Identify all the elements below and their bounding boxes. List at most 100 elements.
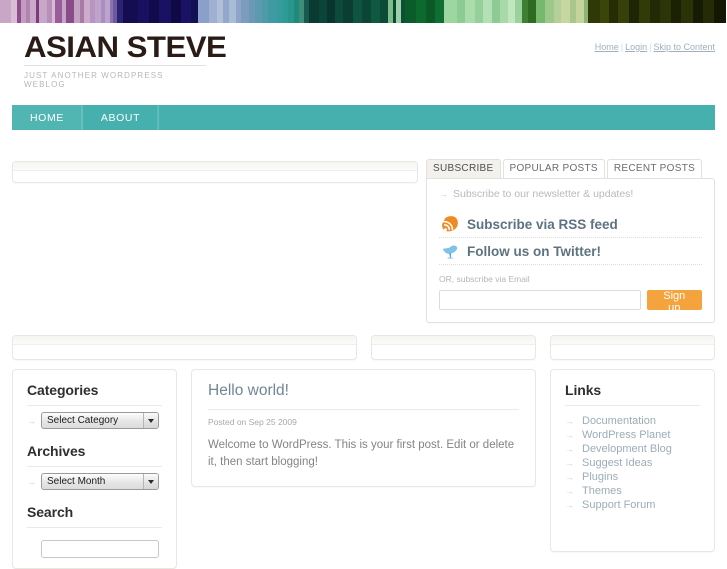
stripe-65 (456, 0, 466, 23)
arrow-icon: → (565, 416, 574, 426)
empty-widget-box-one (12, 335, 357, 360)
category-select[interactable]: Select Category (41, 412, 159, 429)
arrow-icon: → (565, 444, 574, 454)
stripe-87 (638, 0, 651, 23)
widget-title-archives: Archives (27, 443, 162, 467)
stripe-30 (198, 0, 210, 23)
stripe-62 (425, 0, 435, 23)
stripe-76 (545, 0, 554, 23)
list-item[interactable]: → Documentation (565, 414, 700, 428)
subscribe-email-form: Sign up (439, 290, 702, 314)
chevron-down-icon (143, 474, 158, 489)
list-item[interactable]: → Suggest Ideas (565, 456, 700, 470)
decorative-stripe-band (0, 0, 727, 23)
link-support-forum[interactable]: Support Forum (579, 499, 655, 511)
site-header: ASIAN STEVE JUST ANOTHER WORDPRESS WEBLO… (0, 23, 727, 130)
stripe-84 (609, 0, 619, 23)
panel-strip (13, 162, 417, 171)
arrow-icon: → (27, 415, 36, 426)
stripe-36 (241, 0, 249, 23)
post-title[interactable]: Hello world! (208, 382, 519, 410)
toplink-login[interactable]: Login (625, 42, 647, 52)
link-documentation[interactable]: Documentation (579, 415, 656, 427)
stripe-53 (361, 0, 371, 23)
stripe-68 (482, 0, 493, 23)
stripe-34 (228, 0, 237, 23)
search-input[interactable] (41, 540, 159, 558)
archives-select-row: → Select Month (27, 473, 162, 490)
stripe-7 (39, 0, 47, 23)
panel-strip (551, 336, 714, 345)
stripe-90 (670, 0, 681, 23)
empty-widget-box-top (12, 161, 418, 183)
stripe-94 (714, 0, 727, 23)
top-navigation-links: Home | Login | Skip to Content (595, 42, 715, 52)
arrow-icon: → (565, 486, 574, 496)
site-description: JUST ANOTHER WORDPRESS WEBLOG (24, 65, 206, 89)
toplink-home[interactable]: Home (595, 42, 619, 52)
link-themes[interactable]: Themes (579, 485, 622, 497)
stripe-86 (629, 0, 639, 23)
stripe-31 (209, 0, 217, 23)
stripe-78 (561, 0, 570, 23)
list-item[interactable]: → Development Blog (565, 442, 700, 456)
stripe-61 (416, 0, 426, 23)
stripe-92 (693, 0, 703, 23)
post-body: Welcome to WordPress. This is your first… (208, 439, 515, 468)
widget-title-links: Links (565, 382, 700, 406)
list-item[interactable]: → Plugins (565, 470, 700, 484)
stripe-0 (0, 0, 12, 23)
link-wordpress-planet[interactable]: WordPress Planet (579, 429, 670, 441)
stripe-69 (492, 0, 500, 23)
page-shell: ASIAN STEVE JUST ANOTHER WORDPRESS WEBLO… (0, 23, 727, 569)
rss-feed-icon (441, 215, 459, 233)
stripe-47 (308, 0, 319, 23)
link-development-blog[interactable]: Development Blog (579, 443, 672, 455)
subscribe-row-twitter[interactable]: Follow us on Twitter! (439, 238, 702, 265)
tab-popular-posts[interactable]: POPULAR POSTS (502, 159, 605, 178)
subscribe-panel-body: → Subscribe to our newsletter & updates! … (426, 178, 715, 323)
subscribe-twitter-label: Follow us on Twitter! (467, 243, 601, 259)
list-item[interactable]: → WordPress Planet (565, 428, 700, 442)
stripe-91 (680, 0, 694, 23)
stripe-85 (618, 0, 630, 23)
post-content: Hello world! Posted on Sep 25 2009 Welco… (192, 370, 535, 485)
stripe-60 (405, 0, 417, 23)
panel-strip (372, 336, 535, 345)
subscribe-rss-label: Subscribe via RSS feed (467, 216, 618, 232)
signup-button[interactable]: Sign up (646, 290, 702, 314)
tab-recent-posts[interactable]: RECENT POSTS (606, 159, 703, 178)
stripe-54 (370, 0, 381, 23)
subscribe-email-input[interactable] (439, 290, 641, 310)
subscribe-row-rss[interactable]: Subscribe via RSS feed (439, 211, 702, 238)
month-select[interactable]: Select Month (41, 473, 159, 490)
toplink-skip-to-content[interactable]: Skip to Content (653, 42, 715, 52)
categories-select-row: → Select Category (27, 412, 162, 429)
stripe-63 (434, 0, 445, 23)
nav-item-home[interactable]: HOME (12, 105, 83, 130)
arrow-icon: → (565, 430, 574, 440)
stripe-52 (353, 0, 362, 23)
link-plugins[interactable]: Plugins (579, 471, 618, 483)
link-suggest-ideas[interactable]: Suggest Ideas (579, 457, 652, 469)
stripe-40 (268, 0, 277, 23)
links-list: → Documentation → WordPress Planet → Develo… (565, 414, 700, 512)
stripe-89 (659, 0, 671, 23)
chevron-down-icon (143, 413, 158, 428)
stripe-80 (576, 0, 584, 23)
stripe-74 (528, 0, 536, 23)
stripe-70 (499, 0, 509, 23)
sidebar-left-content: Categories → Select Category Archives → … (13, 370, 176, 568)
list-item[interactable]: → Support Forum (565, 498, 700, 512)
stripe-29 (190, 0, 199, 23)
stripe-67 (475, 0, 483, 23)
subscribe-tagline-text: Subscribe to our newsletter & updates! (453, 188, 634, 200)
nav-item-about[interactable]: ABOUT (83, 105, 160, 130)
stripe-12 (66, 0, 74, 23)
stripe-83 (599, 0, 610, 23)
tab-subscribe[interactable]: SUBSCRIBE (426, 159, 501, 178)
subscribe-tabs: SUBSCRIBE POPULAR POSTS RECENT POSTS (426, 159, 715, 178)
list-item[interactable]: → Themes (565, 484, 700, 498)
site-title[interactable]: ASIAN STEVE (24, 31, 227, 65)
stripe-24 (137, 0, 149, 23)
